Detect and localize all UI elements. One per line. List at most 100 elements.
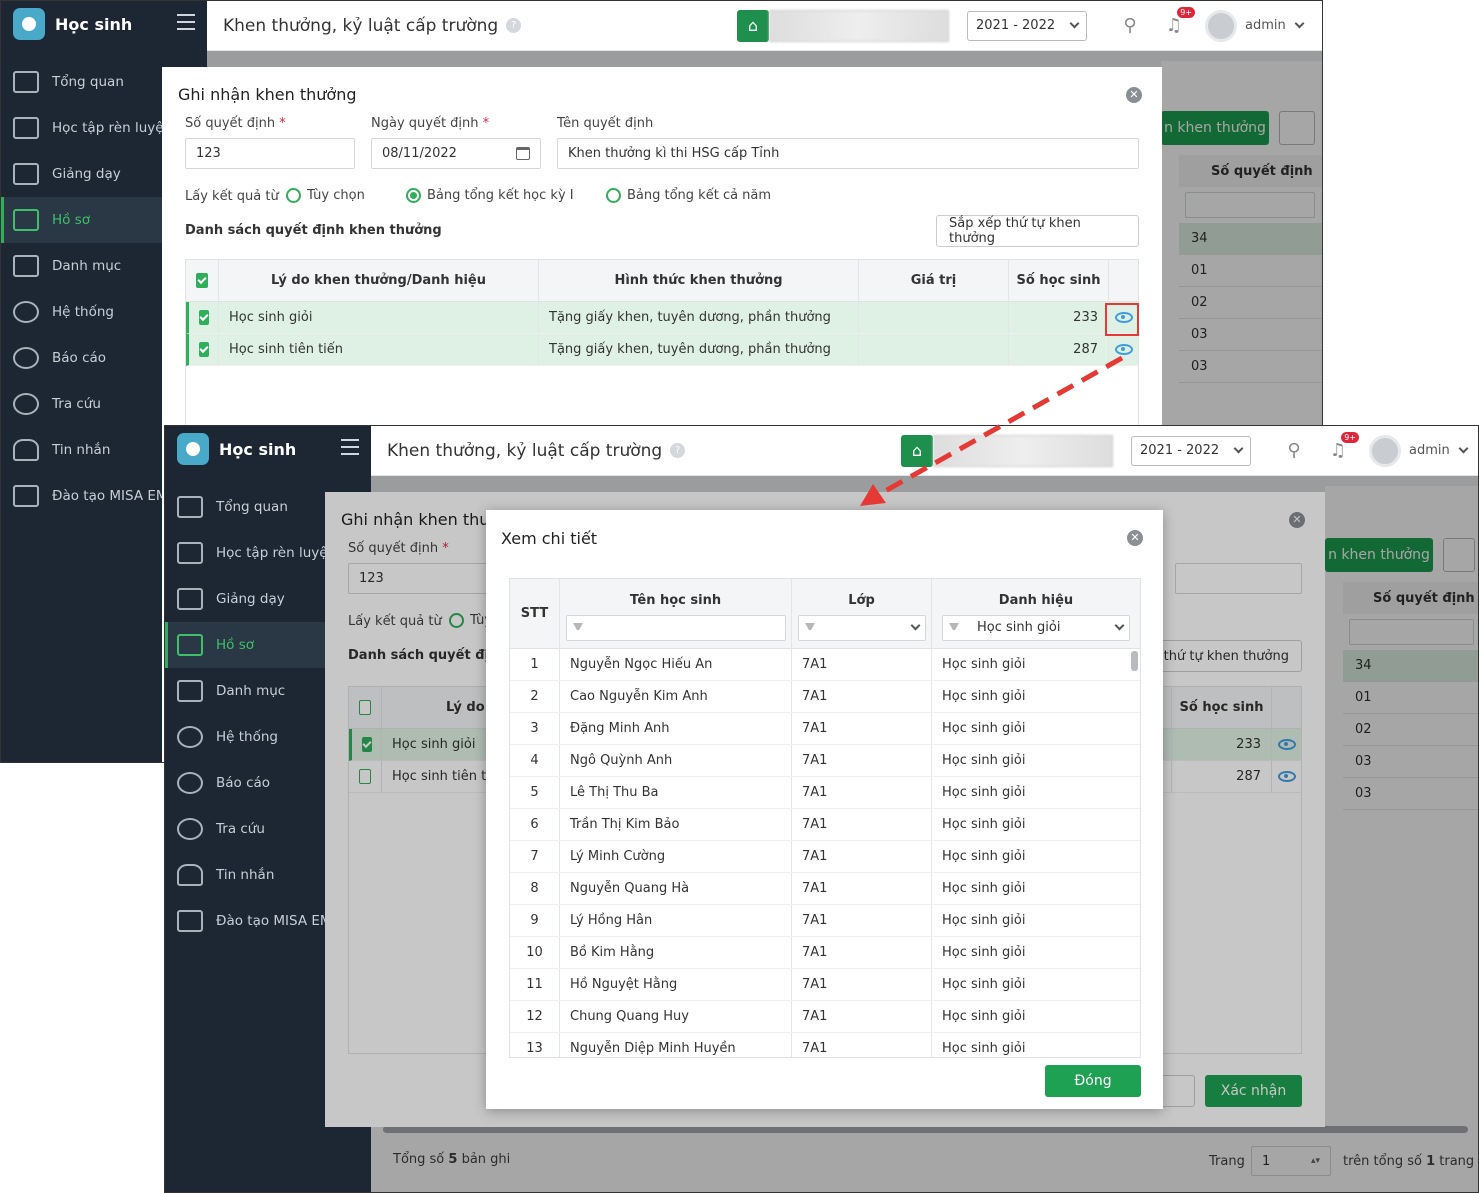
list-title: Danh sách quyết định khen thưởng	[185, 223, 442, 238]
help-icon[interactable]: ?	[670, 443, 686, 458]
activity-icon[interactable]: ⚲	[1281, 438, 1307, 464]
sidebar-item-label: Danh mục	[52, 258, 122, 274]
cell-title: Học sinh giỏi	[942, 785, 1026, 800]
username[interactable]: admin	[1409, 443, 1450, 458]
school-selector[interactable]	[933, 434, 1113, 467]
cell-name: Cao Nguyễn Kim Anh	[560, 681, 792, 712]
row-checkbox[interactable]	[198, 342, 209, 357]
cell-class: 7A1	[792, 841, 932, 872]
close-button[interactable]: Đóng	[1045, 1065, 1141, 1097]
cell-name: Lý Hồng Hân	[560, 905, 792, 936]
decision-date-field[interactable]: 08/11/2022	[371, 138, 541, 169]
calendar-icon[interactable]	[516, 147, 530, 160]
sidebar-item-label: Báo cáo	[216, 775, 271, 791]
table-row[interactable]: 11 Hồ Nguyệt Hằng 7A1 Học sinh giỏi	[510, 969, 1140, 1001]
decision-number-field[interactable]: 123	[185, 138, 355, 169]
table-row[interactable]: 10 Bồ Kim Hằng 7A1 Học sinh giỏi	[510, 937, 1140, 969]
folder-icon	[13, 255, 39, 277]
sidebar-item-label: Danh mục	[216, 683, 286, 699]
radio-custom[interactable]: Tùy chọn	[286, 188, 365, 203]
dialog-title: Ghi nhận khen thưởng	[178, 85, 357, 104]
cell-title: Học sinh giỏi	[942, 753, 1026, 768]
sidebar-item-label: Tra cứu	[52, 396, 101, 412]
pie-chart-icon	[177, 772, 203, 794]
chart-icon	[177, 496, 203, 518]
chevron-down-icon	[1294, 18, 1305, 29]
cell-value	[859, 302, 1009, 333]
menu-icon[interactable]	[341, 439, 359, 455]
avatar[interactable]	[1369, 434, 1401, 467]
table-row[interactable]: 1 Nguyễn Ngọc Hiếu An 7A1 Học sinh giỏi	[510, 649, 1140, 681]
select-all-checkbox[interactable]	[196, 273, 208, 288]
sidebar-item-label: Tổng quan	[216, 499, 288, 515]
cell-name: Bồ Kim Hằng	[560, 937, 792, 968]
home-icon[interactable]: ⌂	[737, 9, 769, 42]
cell-name: Trần Thị Kim Bảo	[560, 809, 792, 840]
table-row[interactable]: 13 Nguyễn Diệp Minh Huyền 7A1 Học sinh giỏi	[510, 1033, 1140, 1057]
table-row[interactable]: 8 Nguyễn Quang Hà 7A1 Học sinh giỏi	[510, 873, 1140, 905]
title-filter-select[interactable]: Học sinh giỏi	[942, 614, 1130, 641]
home-icon[interactable]: ⌂	[901, 434, 933, 467]
result-source-label: Lấy kết quả từ	[185, 189, 279, 204]
cell-stt: 12	[510, 1001, 560, 1032]
notification-badge: 9+	[1341, 431, 1359, 443]
cell-title: Học sinh giỏi	[942, 913, 1026, 928]
vertical-scrollbar[interactable]	[1131, 651, 1138, 671]
cell-stt: 2	[510, 681, 560, 712]
table-row[interactable]: Học sinh giỏi Tặng giấy khen, tuyên dươn…	[186, 302, 1138, 334]
sort-order-button[interactable]: Sắp xếp thứ tự khen thưởng	[936, 215, 1139, 247]
table-row[interactable]: 3 Đặng Minh Anh 7A1 Học sinh giỏi	[510, 713, 1140, 745]
column-header-count: Số học sinh	[1009, 260, 1109, 301]
radio-year-summary[interactable]: Bảng tổng kết cả năm	[606, 188, 771, 203]
grid-header: Lý do khen thưởng/Danh hiệu Hình thức kh…	[186, 260, 1138, 302]
cell-stt: 1	[510, 649, 560, 680]
table-row[interactable]: 5 Lê Thị Thu Ba 7A1 Học sinh giỏi	[510, 777, 1140, 809]
table-row[interactable]: 6 Trần Thị Kim Bảo 7A1 Học sinh giỏi	[510, 809, 1140, 841]
school-year-select[interactable]: 2021 - 2022	[1131, 435, 1251, 466]
filter-icon	[804, 623, 815, 632]
notification-bell-icon[interactable]: ♫ 9+	[1161, 6, 1195, 39]
cell-class: 7A1	[792, 745, 932, 776]
close-icon[interactable]: ✕	[1126, 87, 1142, 103]
column-header-title: Danh hiệu Học sinh giỏi	[932, 579, 1140, 648]
help-icon[interactable]: ?	[506, 18, 522, 33]
cell-stt: 3	[510, 713, 560, 744]
table-row[interactable]: Học sinh tiên tiến Tặng giấy khen, tuyên…	[186, 334, 1138, 366]
cell-class: 7A1	[792, 1033, 932, 1057]
table-row[interactable]: 9 Lý Hồng Hân 7A1 Học sinh giỏi	[510, 905, 1140, 937]
table-row[interactable]: 2 Cao Nguyễn Kim Anh 7A1 Học sinh giỏi	[510, 681, 1140, 713]
school-year-select[interactable]: 2021 - 2022	[967, 10, 1087, 41]
avatar[interactable]	[1205, 9, 1237, 42]
name-filter-input[interactable]	[565, 614, 786, 641]
decision-name-field[interactable]: Khen thưởng kì thi HSG cấp Tỉnh	[557, 138, 1139, 169]
school-selector[interactable]	[769, 9, 949, 42]
menu-icon[interactable]	[177, 14, 195, 30]
cell-stt: 8	[510, 873, 560, 904]
cell-title: Học sinh giỏi	[942, 689, 1026, 704]
class-filter-select[interactable]	[797, 614, 926, 641]
notification-bell-icon[interactable]: ♫ 9+	[1325, 431, 1359, 464]
table-row[interactable]: 4 Ngô Quỳnh Anh 7A1 Học sinh giỏi	[510, 745, 1140, 777]
close-icon[interactable]: ✕	[1127, 530, 1143, 546]
column-header-reason: Lý do khen thưởng/Danh hiệu	[219, 260, 539, 301]
sidebar-item-label: Học tập rèn luyện	[52, 120, 173, 136]
row-checkbox[interactable]	[198, 310, 209, 325]
view-detail-eye-icon[interactable]	[1114, 344, 1133, 355]
gear-icon	[13, 301, 39, 323]
radio-semester-summary[interactable]: Bảng tổng kết học kỳ I	[406, 188, 574, 203]
cell-name: Đặng Minh Anh	[560, 713, 792, 744]
username[interactable]: admin	[1245, 18, 1286, 33]
board-icon	[177, 588, 203, 610]
cell-stt: 9	[510, 905, 560, 936]
column-header-class: Lớp	[792, 579, 932, 648]
sidebar-item-label: Hồ sơ	[216, 637, 254, 653]
chevron-down-icon	[1233, 443, 1244, 454]
table-row[interactable]: 12 Chung Quang Huy 7A1 Học sinh giỏi	[510, 1001, 1140, 1033]
table-row[interactable]: 7 Lý Minh Cường 7A1 Học sinh giỏi	[510, 841, 1140, 873]
sidebar-item-label: Tin nhắn	[216, 867, 275, 883]
cell-title: Học sinh giỏi	[942, 977, 1026, 992]
sidebar-item-label: Báo cáo	[52, 350, 107, 366]
activity-icon[interactable]: ⚲	[1117, 13, 1143, 39]
decision-date-label: Ngày quyết định *	[371, 116, 490, 131]
cell-value	[859, 334, 1009, 365]
